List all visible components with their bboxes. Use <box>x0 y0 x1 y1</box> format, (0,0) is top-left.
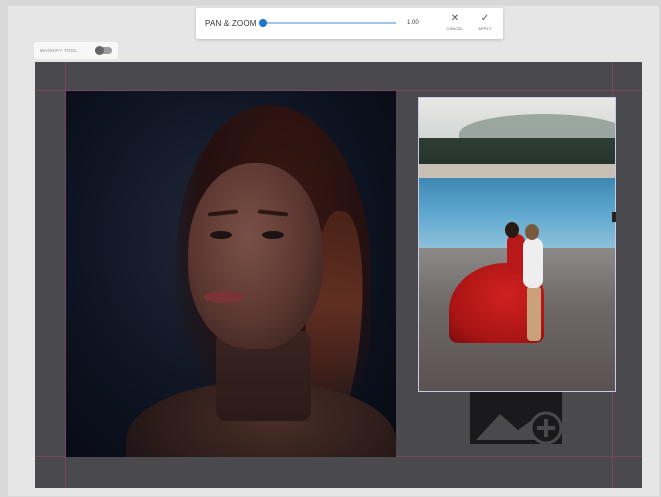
photo-man-legs <box>527 286 541 341</box>
zoom-slider-knob[interactable] <box>259 19 267 27</box>
check-icon: ✓ <box>480 13 490 24</box>
magnify-tool-label: MAGNIFY TOOL <box>40 48 78 53</box>
photo-resize-handle[interactable] <box>612 212 616 222</box>
apply-label: APPLY <box>478 26 492 31</box>
pan-zoom-title: PAN & ZOOM <box>205 19 257 28</box>
cancel-button[interactable]: ✕ CANCEL <box>441 12 469 36</box>
apply-button[interactable]: ✓ APPLY <box>471 12 499 36</box>
add-image-icon[interactable] <box>466 392 566 444</box>
pan-zoom-toolbar: PAN & ZOOM 1.00 ✕ CANCEL ✓ APPLY <box>196 8 503 39</box>
portrait-face <box>188 163 323 349</box>
portrait-eye-left <box>210 231 232 239</box>
cancel-label: CANCEL <box>446 26 464 31</box>
portrait-photo[interactable] <box>66 91 396 457</box>
photo-woman-head <box>505 222 519 238</box>
zoom-slider[interactable] <box>259 19 396 27</box>
portrait-lips <box>204 291 244 303</box>
close-icon: ✕ <box>450 13 460 24</box>
magnify-toggle-knob <box>95 46 104 55</box>
magnify-tool-toggle[interactable] <box>95 46 112 55</box>
zoom-value: 1.00 <box>407 20 419 26</box>
couple-lake-photo[interactable] <box>418 97 616 392</box>
photo-man <box>523 238 543 288</box>
magnify-tool: MAGNIFY TOOL <box>34 42 118 59</box>
photo-far-shore <box>419 164 615 178</box>
photo-man-head <box>525 224 539 240</box>
portrait-eye-right <box>262 231 284 239</box>
